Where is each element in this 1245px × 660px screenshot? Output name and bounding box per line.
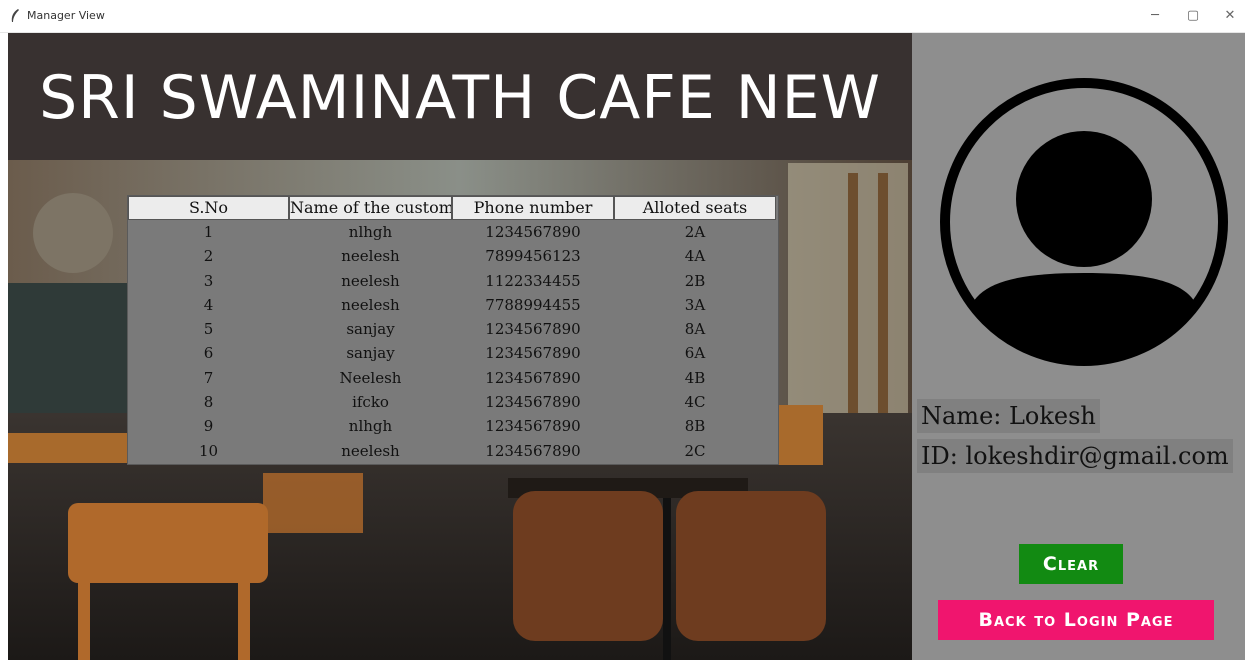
table-row[interactable]: 6 sanjay 1234567890 6A [128,341,778,365]
cell-phone: 1122334455 [485,271,581,290]
cell-customer-name: neelesh [341,441,400,460]
table-row[interactable]: 3 neelesh 1122334455 2B [128,269,778,293]
cell-customer-name: sanjay [346,344,395,363]
cafe-title: SRI SWAMINATH CAFE NEW [39,63,881,133]
cell-sno: 8 [203,393,214,412]
cell-customer-name: sanjay [346,320,395,339]
close-button[interactable]: ✕ [1222,8,1238,24]
cell-phone: 1234567890 [485,320,581,339]
cell-sno: 3 [203,271,214,290]
cell-phone: 1234567890 [485,344,581,363]
user-avatar-icon [940,78,1228,366]
cell-seats: 4B [684,368,706,387]
cell-seats: 8B [684,417,706,436]
cell-customer-name: neelesh [341,247,400,266]
cafe-header-banner: SRI SWAMINATH CAFE NEW [8,33,912,160]
cell-sno: 10 [198,441,219,460]
cell-seats: 6A [684,344,706,363]
cell-customer-name: ifcko [352,393,389,412]
window-titlebar: Manager View ─ ▢ ✕ [0,0,1245,33]
profile-id-label: ID: lokeshdir@gmail.com [917,439,1233,473]
column-header-sno[interactable]: S.No [128,196,289,220]
cell-seats: 4C [684,393,706,412]
profile-panel: Name: Lokesh ID: lokeshdir@gmail.com Cle… [912,33,1245,660]
cell-customer-name: nlhgh [348,417,393,436]
cell-sno: 5 [203,320,214,339]
cell-phone: 1234567890 [485,441,581,460]
table-row[interactable]: 1 nlhgh 1234567890 2A [128,220,778,244]
table-row[interactable]: 4 neelesh 7788994455 3A [128,293,778,317]
cell-seats: 2A [684,223,706,241]
cell-sno: 4 [203,295,214,314]
window-title: Manager View [27,9,105,22]
cell-customer-name: neelesh [341,271,400,290]
column-header-seats[interactable]: Alloted seats [614,196,776,220]
cell-sno: 1 [203,223,214,241]
cell-phone: 1234567890 [485,223,581,241]
table-row[interactable]: 7 Neelesh 1234567890 4B [128,366,778,390]
cell-seats: 8A [684,320,706,339]
cell-seats: 3A [684,295,706,314]
reservations-table: S.No Name of the customer Phone number A… [127,195,779,465]
cell-phone: 1234567890 [485,368,581,387]
table-row[interactable]: 2 neelesh 7899456123 4A [128,244,778,268]
main-area: SRI SWAMINATH CAFE NEW S.No Name of the … [8,33,912,660]
table-row[interactable]: 8 ifcko 1234567890 4C [128,390,778,414]
column-header-phone[interactable]: Phone number [452,196,614,220]
cell-customer-name: Neelesh [339,368,402,387]
minimize-button[interactable]: ─ [1147,8,1163,24]
cell-seats: 2B [684,271,706,290]
column-header-customer-name[interactable]: Name of the customer [289,196,452,220]
cell-sno: 9 [203,417,214,436]
back-to-login-button[interactable]: Back to Login Page [938,600,1214,640]
cell-sno: 6 [203,344,214,363]
clear-button[interactable]: Clear [1019,544,1123,584]
table-row[interactable]: 10 neelesh 1234567890 2C [128,439,778,463]
maximize-button[interactable]: ▢ [1185,8,1201,24]
cell-phone: 1234567890 [485,417,581,436]
table-row[interactable]: 9 nlhgh 1234567890 8B [128,414,778,438]
profile-name-label: Name: Lokesh [917,399,1100,433]
cell-phone: 7788994455 [485,295,581,314]
feather-icon [11,9,19,22]
table-header: S.No Name of the customer Phone number A… [128,196,778,220]
cell-customer-name: neelesh [341,295,400,314]
cell-customer-name: nlhgh [348,223,393,241]
cell-phone: 1234567890 [485,393,581,412]
cell-seats: 4A [684,247,706,266]
cell-sno: 2 [203,247,214,266]
cell-seats: 2C [684,441,706,460]
cell-phone: 7899456123 [485,247,581,266]
cell-sno: 7 [203,368,214,387]
table-row[interactable]: 5 sanjay 1234567890 8A [128,317,778,341]
